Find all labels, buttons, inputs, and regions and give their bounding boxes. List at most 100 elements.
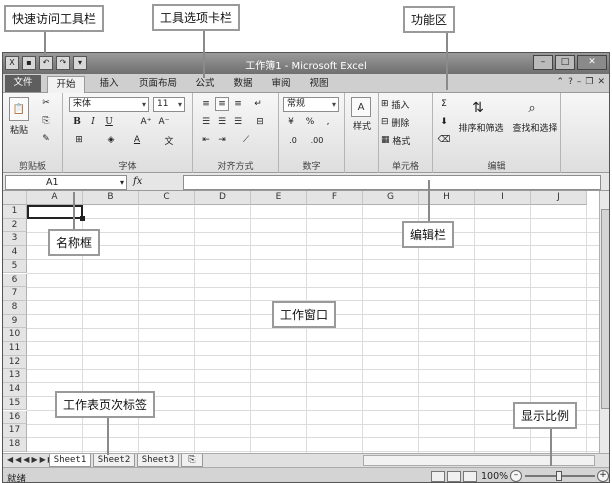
page-break-view-icon[interactable]: [463, 471, 477, 482]
font-name-select[interactable]: 宋体: [69, 97, 149, 112]
vertical-scrollbar[interactable]: [599, 191, 609, 453]
column-header-g[interactable]: G: [363, 191, 419, 205]
grow-font-icon[interactable]: A⁺: [139, 115, 153, 129]
cut-icon[interactable]: ✂: [39, 97, 53, 109]
increase-decimal-icon[interactable]: .0: [283, 133, 303, 147]
font-size-select[interactable]: 11: [153, 97, 185, 112]
clear-icon[interactable]: ⌫: [437, 133, 451, 147]
tab-formulas[interactable]: 公式: [189, 76, 221, 93]
normal-view-icon[interactable]: [431, 471, 445, 482]
row-header-10[interactable]: 10: [3, 328, 27, 342]
row-header-12[interactable]: 12: [3, 355, 27, 370]
zoom-out-icon[interactable]: –: [510, 470, 522, 482]
row-header-4[interactable]: 4: [3, 246, 27, 260]
vertical-scroll-thumb[interactable]: [601, 209, 609, 409]
paste-button[interactable]: 粘贴: [5, 123, 33, 136]
styles-button[interactable]: 样式: [345, 119, 379, 132]
row-header-16[interactable]: 16: [3, 410, 27, 425]
decrease-indent-icon[interactable]: ⇤: [199, 133, 213, 147]
workbook-restore-icon[interactable]: ❐: [585, 77, 593, 87]
horizontal-scrollbar[interactable]: [363, 455, 595, 466]
align-right-icon[interactable]: ☰: [231, 115, 245, 129]
maximize-button[interactable]: □: [555, 55, 575, 70]
row-header-11[interactable]: 11: [3, 342, 27, 356]
italic-icon[interactable]: I: [87, 115, 99, 129]
row-header-14[interactable]: 14: [3, 383, 27, 397]
sheet-tab-1[interactable]: Sheet1: [49, 454, 91, 467]
phonetic-icon[interactable]: 文: [161, 133, 177, 147]
row-header-3[interactable]: 3: [3, 232, 27, 247]
sheet-tab-2[interactable]: Sheet2: [93, 454, 135, 467]
column-header-j[interactable]: J: [531, 191, 587, 205]
zoom-level[interactable]: 100%: [481, 471, 508, 482]
tab-home[interactable]: 开始: [47, 76, 85, 93]
percent-style-icon[interactable]: %: [303, 115, 317, 129]
fill-color-icon[interactable]: ◈: [103, 133, 119, 147]
row-header-15[interactable]: 15: [3, 396, 27, 411]
delete-cells-button[interactable]: ⊟ 删除: [381, 115, 431, 129]
column-header-i[interactable]: I: [475, 191, 531, 205]
comma-style-icon[interactable]: ,: [321, 115, 335, 129]
find-select-button[interactable]: 查找和选择: [509, 121, 561, 134]
tab-page-layout[interactable]: 页面布局: [133, 76, 183, 93]
zoom-slider-thumb[interactable]: [556, 471, 562, 481]
autosum-icon[interactable]: Σ: [437, 97, 451, 111]
select-all-corner[interactable]: [3, 191, 27, 205]
row-header-1[interactable]: 1: [3, 205, 27, 219]
tab-file[interactable]: 文件: [5, 75, 41, 92]
tab-data[interactable]: 数据: [227, 76, 259, 93]
align-top-icon[interactable]: ≡: [199, 97, 213, 111]
column-header-e[interactable]: E: [251, 191, 307, 205]
align-center-icon[interactable]: ☰: [215, 115, 229, 129]
tab-insert[interactable]: 插入: [91, 76, 127, 93]
number-format-select[interactable]: 常规: [283, 97, 339, 112]
copy-icon[interactable]: ⎘: [39, 115, 53, 127]
name-box[interactable]: A1: [5, 175, 127, 190]
sort-filter-button[interactable]: 排序和筛选: [455, 121, 507, 134]
column-header-d[interactable]: D: [195, 191, 251, 205]
row-header-9[interactable]: 9: [3, 314, 27, 329]
accounting-format-icon[interactable]: ¥: [283, 115, 299, 129]
row-header-7[interactable]: 7: [3, 287, 27, 301]
column-header-f[interactable]: F: [307, 191, 363, 205]
minimize-button[interactable]: –: [533, 55, 553, 70]
minimize-ribbon-icon[interactable]: ⌃: [557, 77, 565, 87]
decrease-decimal-icon[interactable]: .00: [307, 133, 327, 147]
row-header-17[interactable]: 17: [3, 424, 27, 438]
insert-worksheet-icon[interactable]: ⎘: [181, 454, 203, 467]
tab-review[interactable]: 审阅: [265, 76, 297, 93]
insert-function-icon[interactable]: fx: [133, 176, 142, 187]
zoom-in-icon[interactable]: +: [597, 470, 609, 482]
help-icon[interactable]: ?: [568, 77, 573, 87]
sort-filter-icon[interactable]: ⇅: [467, 97, 489, 119]
close-button[interactable]: ✕: [577, 55, 607, 70]
orientation-icon[interactable]: ⟋: [237, 133, 255, 147]
align-middle-icon[interactable]: ≡: [215, 97, 229, 111]
row-header-6[interactable]: 6: [3, 273, 27, 288]
row-header-2[interactable]: 2: [3, 218, 27, 233]
styles-icon[interactable]: A: [351, 97, 371, 117]
row-header-13[interactable]: 13: [3, 369, 27, 384]
workbook-minimize-icon[interactable]: –: [577, 77, 582, 87]
font-color-icon[interactable]: A: [129, 133, 145, 147]
increase-indent-icon[interactable]: ⇥: [215, 133, 229, 147]
fill-icon[interactable]: ⬇: [437, 115, 451, 129]
underline-icon[interactable]: U: [103, 115, 115, 129]
wrap-text-icon[interactable]: ↵: [251, 97, 265, 111]
borders-icon[interactable]: ⊞: [71, 133, 87, 147]
row-header-18[interactable]: 18: [3, 437, 27, 452]
merge-center-icon[interactable]: ⊟: [251, 115, 269, 129]
workbook-close-icon[interactable]: ✕: [597, 77, 605, 87]
format-cells-button[interactable]: ▦ 格式: [381, 133, 431, 147]
find-select-icon[interactable]: ⌕: [521, 97, 543, 119]
bold-icon[interactable]: B: [71, 115, 83, 129]
formula-input[interactable]: [183, 175, 601, 190]
row-header-5[interactable]: 5: [3, 259, 27, 274]
sheet-tab-3[interactable]: Sheet3: [137, 454, 179, 467]
shrink-font-icon[interactable]: A⁻: [157, 115, 171, 129]
format-painter-icon[interactable]: ✎: [39, 133, 53, 145]
column-header-c[interactable]: C: [139, 191, 195, 205]
paste-icon[interactable]: 📋: [9, 97, 29, 121]
row-header-8[interactable]: 8: [3, 300, 27, 315]
align-left-icon[interactable]: ☰: [199, 115, 213, 129]
